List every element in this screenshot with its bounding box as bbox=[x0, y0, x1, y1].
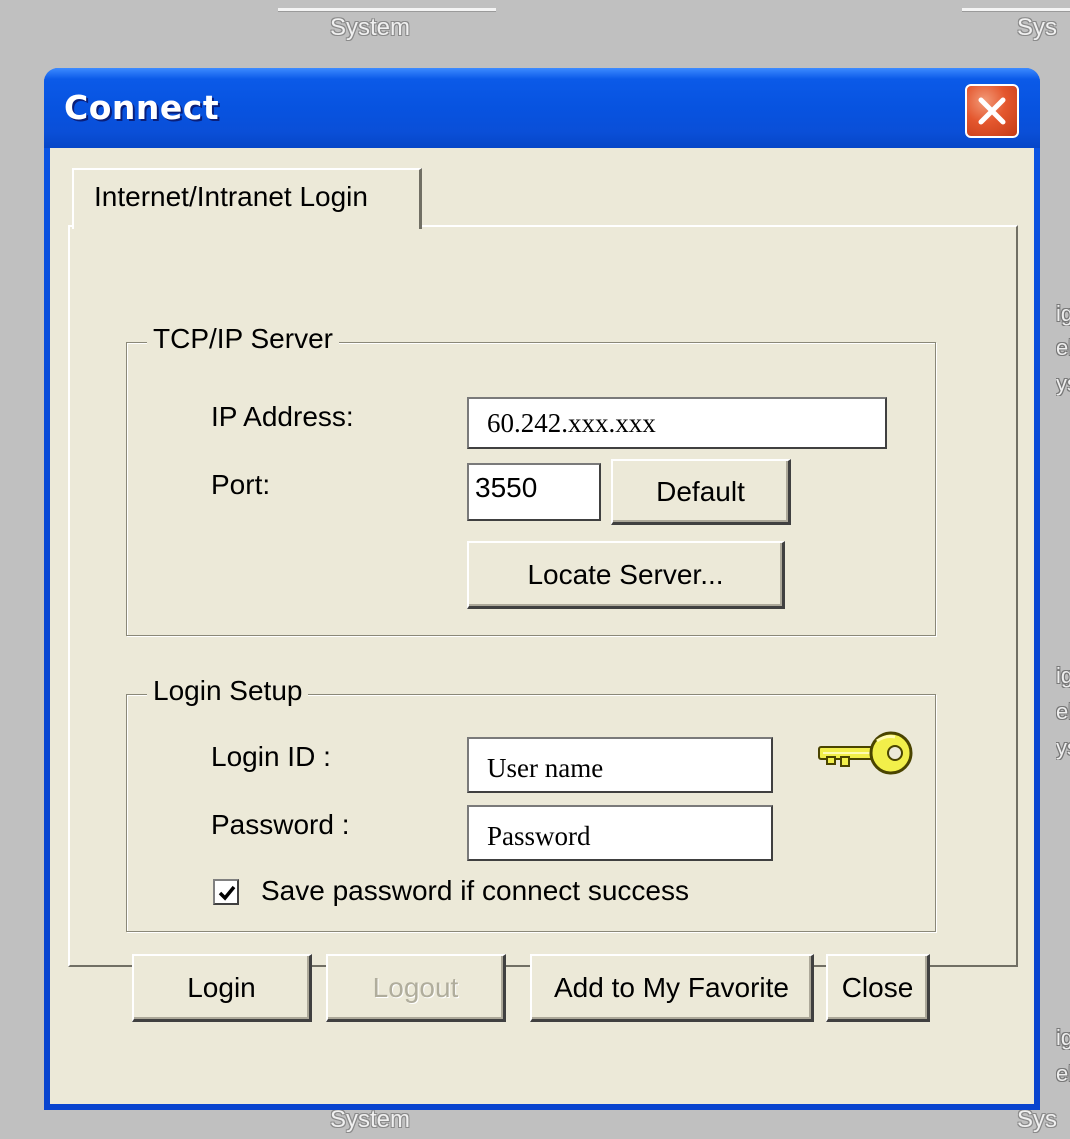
group-legend: TCP/IP Server bbox=[147, 323, 339, 355]
desktop-fragment: ig bbox=[1056, 302, 1070, 326]
desktop-label-top-right: Sys bbox=[1017, 14, 1058, 41]
desktop-fragment: ig bbox=[1056, 664, 1070, 688]
desktop-label-top: System bbox=[330, 14, 411, 41]
connect-dialog: Connect Internet/Intranet Login TCP/IP S… bbox=[44, 68, 1040, 1110]
dialog-body: Internet/Intranet Login TCP/IP Server IP… bbox=[50, 148, 1034, 1104]
desktop-label-bottom: System bbox=[330, 1106, 411, 1133]
checkmark-icon bbox=[218, 885, 236, 901]
ip-address-value: 60.242.xxx.xxx bbox=[487, 408, 656, 438]
desktop-label-bottom-right: Sys bbox=[1017, 1106, 1058, 1133]
desktop-fragment: ig bbox=[1056, 1026, 1070, 1050]
login-id-field[interactable]: User name bbox=[467, 737, 773, 793]
save-password-checkbox[interactable] bbox=[213, 879, 239, 905]
login-setup-group: Login Setup Login ID : User name Passwor… bbox=[126, 675, 936, 932]
password-label: Password : bbox=[211, 809, 350, 840]
tab-label: Internet/Intranet Login bbox=[94, 181, 368, 212]
add-to-favorite-button-label: Add to My Favorite bbox=[554, 971, 789, 1003]
ip-address-field[interactable]: 60.242.xxx.xxx bbox=[467, 397, 887, 449]
port-field[interactable]: 3550 bbox=[467, 463, 601, 521]
desktop-divider bbox=[962, 8, 1070, 12]
desktop-divider bbox=[278, 8, 496, 12]
close-window-button[interactable] bbox=[965, 84, 1019, 138]
desktop-fragment: ys bbox=[1056, 736, 1070, 760]
default-button-label: Default bbox=[656, 475, 745, 507]
port-label: Port: bbox=[211, 469, 271, 500]
tab-internet-intranet-login[interactable]: Internet/Intranet Login bbox=[72, 168, 422, 229]
port-value: 3550 bbox=[475, 472, 538, 503]
close-button-label: Close bbox=[841, 971, 914, 1003]
save-password-label[interactable]: Save password if connect success bbox=[261, 875, 689, 907]
dialog-title: Connect bbox=[64, 88, 220, 127]
logout-button[interactable]: Logout bbox=[326, 954, 506, 1022]
desktop-fragment: el bbox=[1056, 1062, 1070, 1086]
default-button[interactable]: Default bbox=[611, 459, 791, 525]
locate-server-button-label: Locate Server... bbox=[527, 558, 724, 590]
logout-button-label: Logout bbox=[372, 971, 459, 1003]
login-button[interactable]: Login bbox=[132, 954, 312, 1022]
password-value: Password bbox=[487, 821, 591, 851]
close-icon bbox=[978, 97, 1006, 125]
title-bar[interactable]: Connect bbox=[44, 68, 1040, 148]
login-id-label: Login ID : bbox=[211, 741, 331, 772]
group-legend: Login Setup bbox=[147, 675, 309, 707]
tcp-ip-server-group: TCP/IP Server IP Address: 60.242.xxx.xxx… bbox=[126, 323, 936, 636]
desktop-fragment: ys bbox=[1056, 372, 1070, 396]
password-field[interactable]: Password bbox=[467, 805, 773, 861]
desktop-fragment: el bbox=[1056, 336, 1070, 360]
ip-address-label: IP Address: bbox=[211, 401, 354, 432]
desktop-fragment: el bbox=[1056, 700, 1070, 724]
add-to-favorite-button[interactable]: Add to My Favorite bbox=[530, 954, 814, 1022]
close-button[interactable]: Close bbox=[826, 954, 930, 1022]
tab-panel: TCP/IP Server IP Address: 60.242.xxx.xxx… bbox=[68, 225, 1018, 1022]
login-button-label: Login bbox=[187, 971, 256, 1003]
login-id-value: User name bbox=[487, 753, 604, 783]
key-icon bbox=[818, 731, 913, 775]
locate-server-button[interactable]: Locate Server... bbox=[467, 541, 785, 609]
